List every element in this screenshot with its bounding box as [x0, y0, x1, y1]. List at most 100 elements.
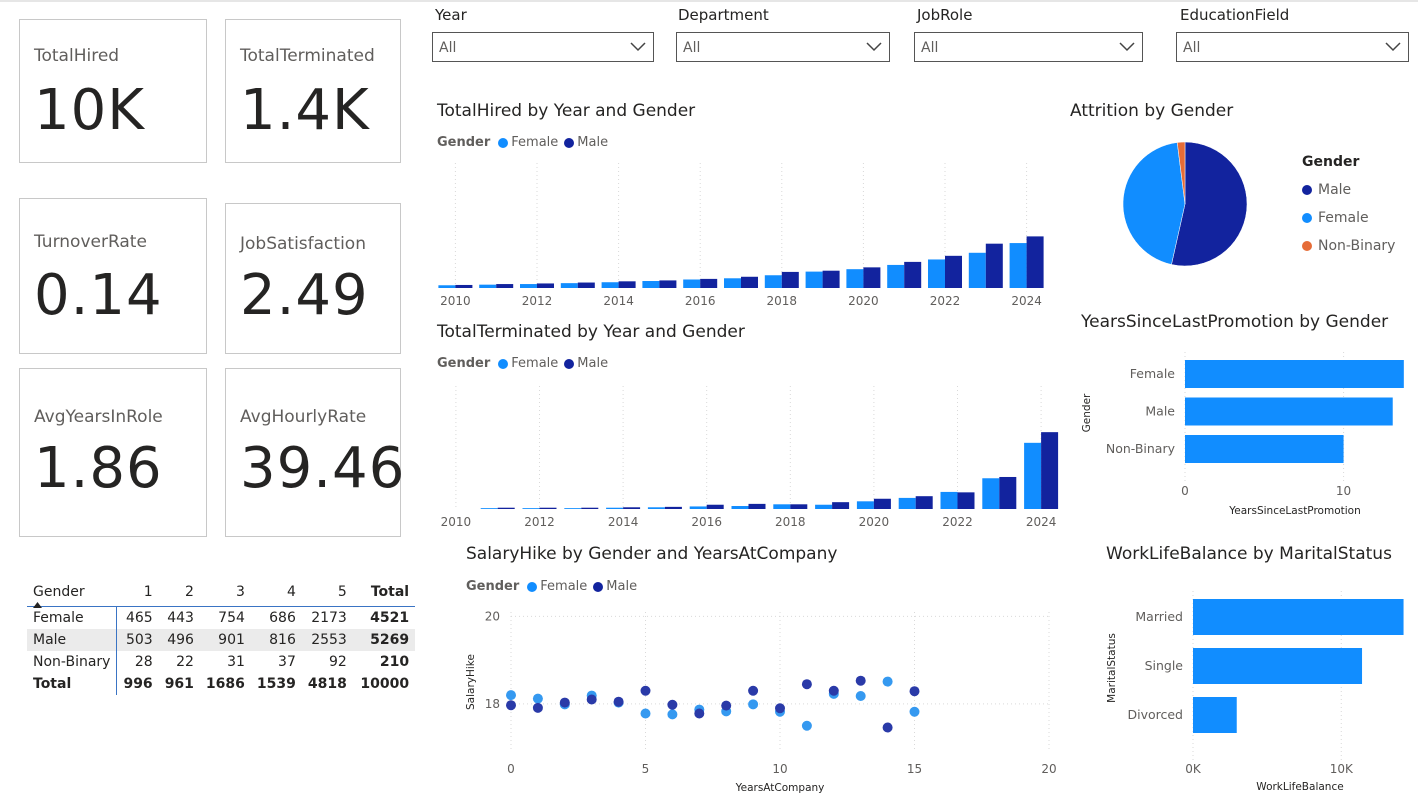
- legend-item-female[interactable]: Female: [1302, 204, 1395, 232]
- slicer-department-label: Department: [678, 6, 769, 24]
- point-male: [775, 703, 785, 714]
- legend-item-male[interactable]: Male: [1302, 176, 1395, 204]
- bar-male: [659, 280, 677, 288]
- y-tick-label: Non-Binary: [1106, 441, 1176, 456]
- point-female: [909, 706, 920, 717]
- y-tick-label: Divorced: [1127, 707, 1183, 722]
- bar-male: [863, 267, 881, 288]
- row-header: Non-Binary: [27, 650, 118, 673]
- x-tick-label: 2020: [848, 294, 879, 308]
- bar-male: [623, 507, 641, 509]
- bar-female: [887, 264, 905, 288]
- chart-legend: Gender Female Male: [437, 356, 614, 371]
- point-female: [855, 691, 866, 701]
- slicer-jobrole-value: All: [921, 40, 939, 56]
- card-value: 2.49: [240, 263, 369, 328]
- slicer-department-dropdown[interactable]: All: [676, 32, 890, 62]
- bar-male: [915, 496, 933, 509]
- point-male: [855, 675, 866, 686]
- table-cell: 465: [125, 609, 153, 626]
- table-cell: 443: [167, 609, 194, 626]
- legend-dot: [498, 358, 509, 369]
- bar-female: [1009, 243, 1027, 288]
- bar-female: [689, 506, 707, 509]
- point-male: [748, 685, 759, 696]
- column-header[interactable]: 2: [159, 580, 200, 607]
- legend-item-female[interactable]: Female: [498, 135, 558, 150]
- legend-label: Female: [1318, 210, 1369, 226]
- card-value: 1.4K: [240, 78, 370, 143]
- column-header-total[interactable]: Total: [353, 580, 415, 607]
- y-tick-label: Female: [1130, 366, 1176, 381]
- x-axis-label: YearsSinceLastPromotion: [1228, 505, 1360, 517]
- slicer-jobrole-label: JobRole: [917, 6, 973, 24]
- slicer-education-dropdown[interactable]: All: [1176, 32, 1409, 62]
- bar-male: [706, 504, 724, 509]
- x-tick-label: 20: [1041, 762, 1056, 776]
- bar-male: [581, 507, 599, 509]
- card-job-satisfaction: JobSatisfaction 2.49: [225, 203, 401, 354]
- legend-dot: [593, 581, 604, 592]
- legend-item-male[interactable]: Male: [564, 135, 608, 150]
- chevron-down-icon: [630, 42, 646, 52]
- card-value: 10K: [34, 78, 145, 143]
- promotion-bar-chart: 0 10 Female Male Non-Binary YearsSinceLastPro…: [1081, 352, 1404, 517]
- legend-item-male[interactable]: Male: [564, 356, 608, 371]
- table-row: Male 503 496 901 816 2553 5269: [27, 628, 416, 651]
- x-tick-label: 2010: [440, 294, 471, 308]
- x-tick-label: 2014: [603, 294, 634, 308]
- column-header-label: Gender: [33, 584, 85, 600]
- bar-female: [560, 283, 578, 288]
- legend-label: Female: [511, 356, 559, 371]
- chevron-down-icon: [1385, 42, 1401, 52]
- legend-item-nonbinary[interactable]: Non-Binary: [1302, 232, 1395, 260]
- bar-female: [564, 508, 582, 509]
- bar-male: [618, 281, 636, 288]
- bar-female: [479, 284, 497, 288]
- table-cell-total: 4521: [370, 609, 410, 626]
- bar-female: [438, 285, 456, 288]
- column-header[interactable]: 4: [251, 580, 302, 607]
- table-cell: 2173: [311, 609, 347, 626]
- x-tick-label: 2018: [767, 294, 798, 308]
- y-tick-label: Single: [1145, 658, 1184, 673]
- bar-male: [741, 276, 758, 288]
- x-tick-label: 2022: [942, 515, 973, 529]
- y-tick-label: Male: [1145, 404, 1175, 419]
- card-label: JobSatisfaction: [240, 234, 366, 254]
- bar-male: [577, 282, 595, 288]
- table-cell: 686: [269, 609, 296, 626]
- bar-female: [724, 278, 741, 288]
- legend-dot: [564, 358, 575, 369]
- table-header-row: Gender 1 2 3 4 5 Total: [27, 580, 416, 608]
- legend-label: Male: [577, 135, 609, 150]
- x-tick-label: 2012: [524, 515, 555, 529]
- y-axis-label: SalaryHike: [465, 654, 477, 710]
- slicer-year-dropdown[interactable]: All: [432, 32, 654, 62]
- bar-female: [683, 279, 701, 288]
- table-row: Non-Binary 28 22 31 37 92 210: [27, 650, 415, 673]
- point-female: [506, 690, 516, 701]
- card-value: 1.86: [34, 436, 163, 501]
- table-cell: 961: [164, 675, 194, 692]
- legend-label: Male: [1318, 182, 1352, 198]
- chart-title: TotalTerminated by Year and Gender: [437, 322, 745, 342]
- hired-bar-chart: 2010 2012 2014 2016 2018 2020 2022 2024: [438, 163, 1044, 308]
- legend-label: Non-Binary: [1318, 238, 1396, 254]
- bar-male: [496, 284, 514, 288]
- bar-female: [898, 497, 916, 509]
- chart-title: Attrition by Gender: [1070, 101, 1234, 121]
- bar-male: [700, 278, 718, 288]
- legend-dot: [527, 581, 538, 592]
- legend-item-male[interactable]: Male: [593, 579, 637, 594]
- column-header[interactable]: 3: [200, 580, 251, 607]
- column-header[interactable]: 5: [302, 580, 353, 607]
- column-header[interactable]: 1: [117, 580, 159, 607]
- slicer-jobrole-dropdown[interactable]: All: [914, 32, 1143, 62]
- legend-item-female[interactable]: Female: [527, 579, 587, 594]
- legend-item-female[interactable]: Female: [498, 356, 558, 371]
- bar-male: [539, 507, 557, 509]
- point-male: [694, 708, 705, 719]
- point-female: [882, 676, 893, 687]
- column-header-gender[interactable]: Gender: [27, 580, 117, 608]
